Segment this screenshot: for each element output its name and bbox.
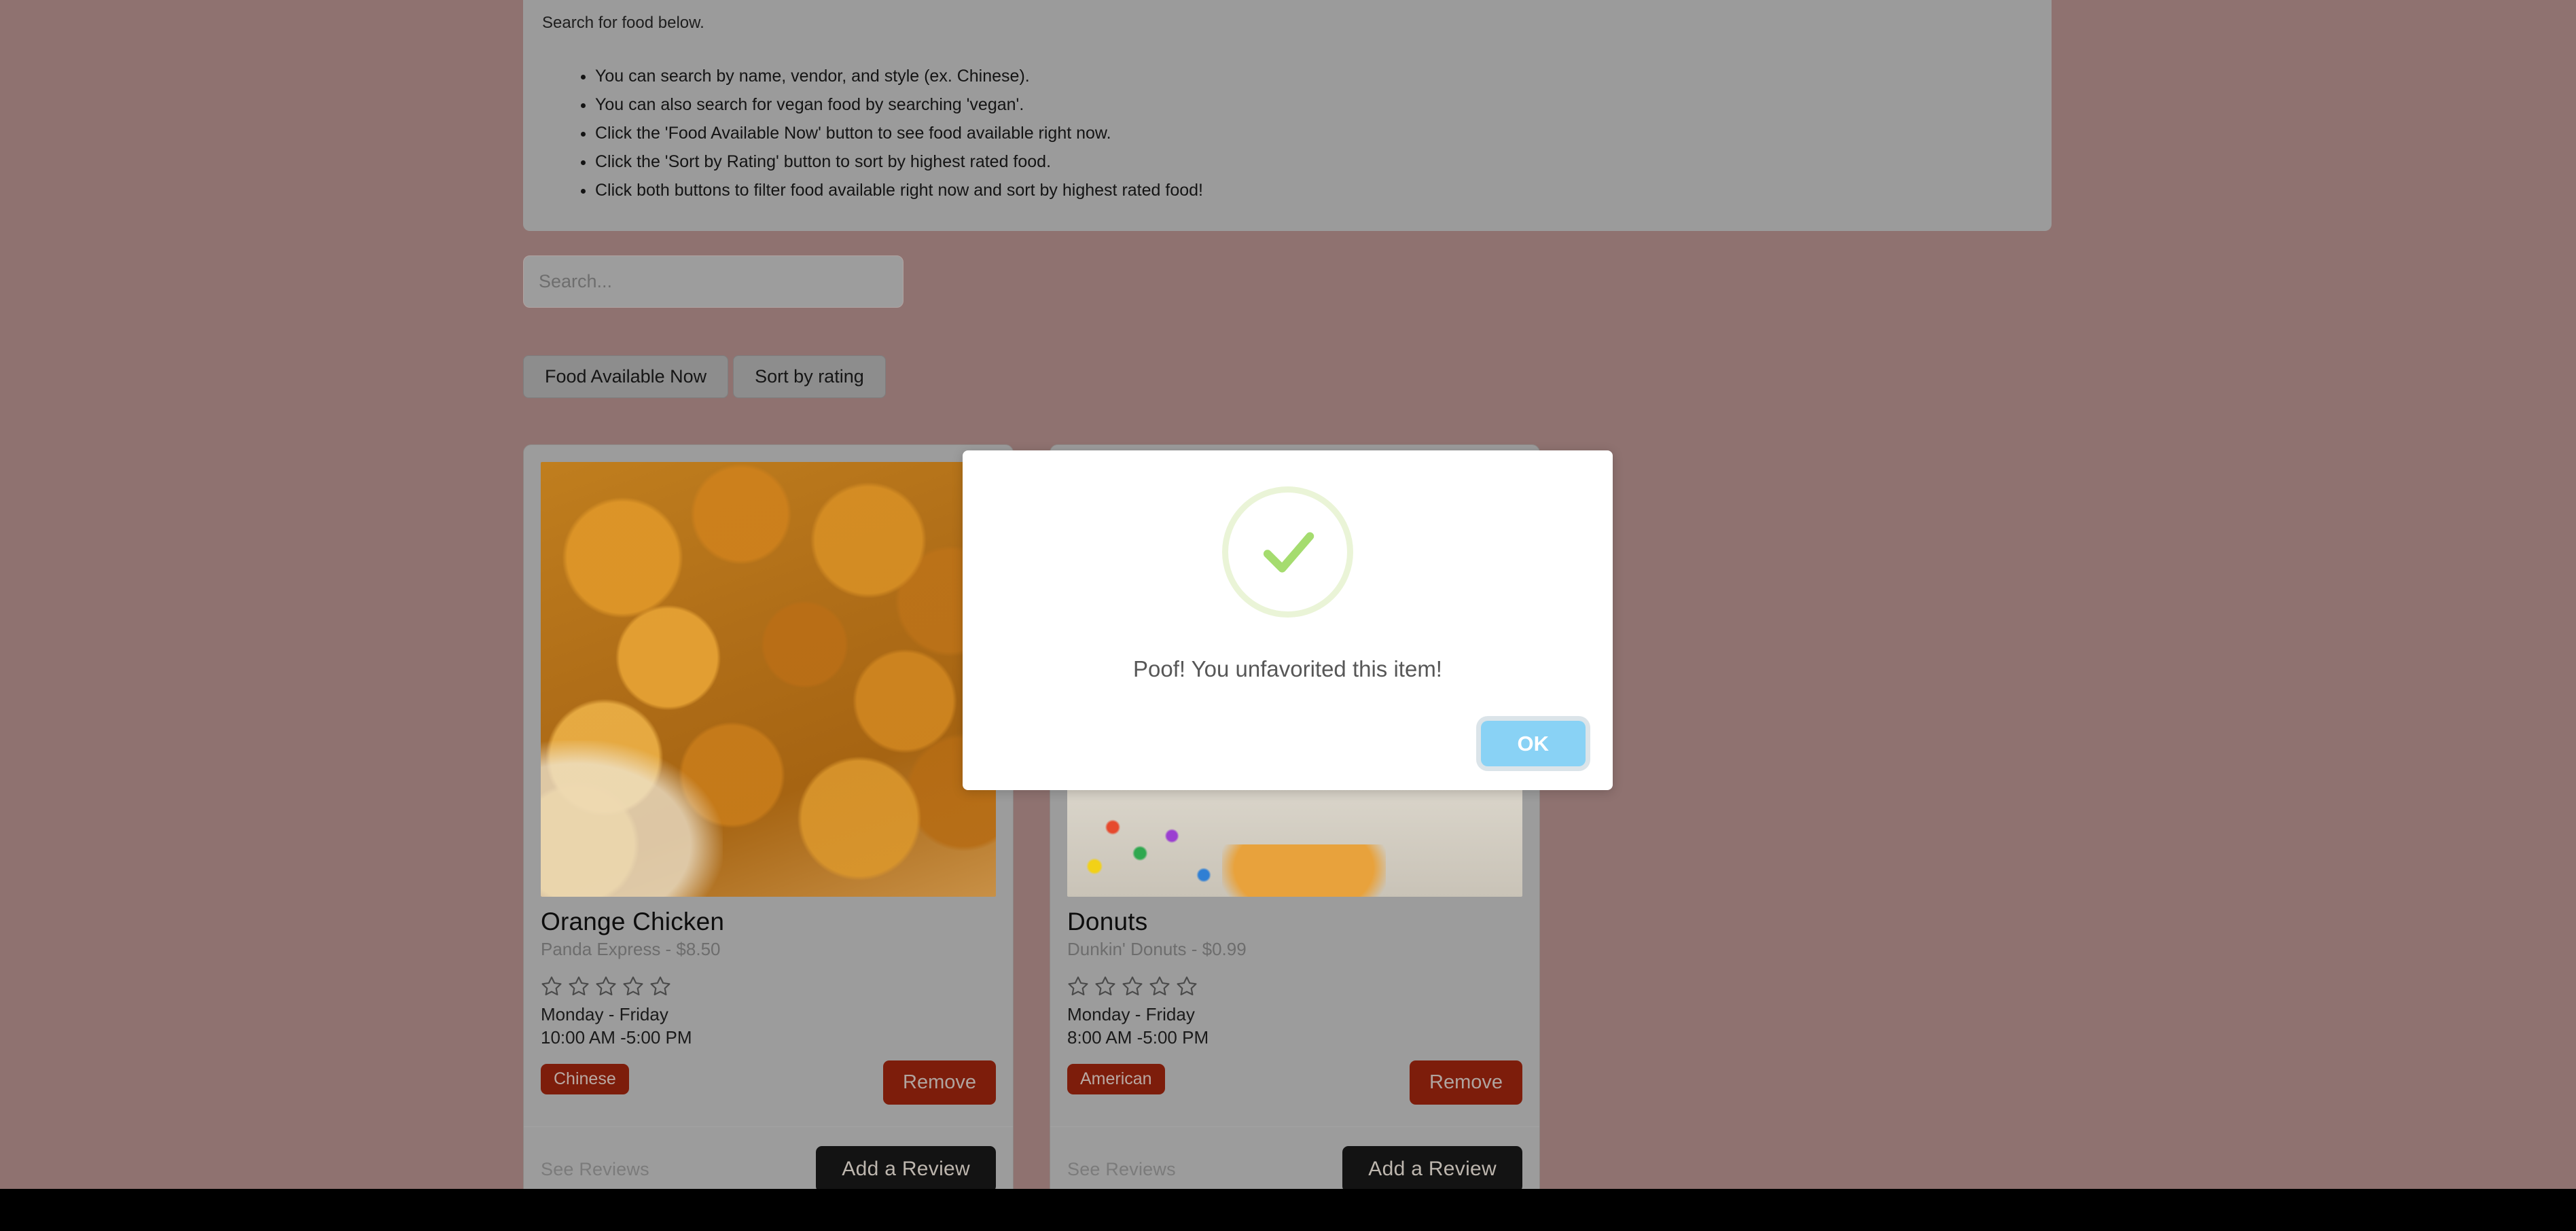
- availability-days: Monday - Friday: [541, 1003, 668, 1024]
- page-background: Search for food below. You can search by…: [0, 0, 2576, 1231]
- rating-stars[interactable]: [1067, 975, 1522, 997]
- instructions-panel: Search for food below. You can search by…: [523, 0, 2052, 231]
- star-icon[interactable]: [568, 975, 590, 997]
- sort-by-rating-button[interactable]: Sort by rating: [733, 355, 886, 398]
- rating-stars[interactable]: [541, 975, 996, 997]
- search-input[interactable]: [523, 255, 904, 308]
- instruction-item: You can search by name, vendor, and styl…: [595, 68, 2033, 85]
- success-check-icon: [1222, 486, 1353, 618]
- star-icon[interactable]: [1122, 975, 1143, 997]
- food-available-now-button[interactable]: Food Available Now: [523, 355, 729, 398]
- instruction-item: Click the 'Food Available Now' button to…: [595, 125, 2033, 142]
- instruction-item: You can also search for vegan food by se…: [595, 96, 2033, 113]
- food-card: Orange Chicken Panda Express - $8.50 Mon…: [523, 444, 1014, 1214]
- instructions-lead-text: Search for food below.: [542, 14, 704, 32]
- food-name: Orange Chicken: [541, 908, 725, 935]
- orange-chicken-photo: [541, 462, 996, 897]
- instruction-item: Click both buttons to filter food availa…: [595, 182, 2033, 199]
- add-a-review-button[interactable]: Add a Review: [1342, 1146, 1522, 1193]
- page-footer-bar: [0, 1189, 2576, 1231]
- dialog-message: Poof! You unfavorited this item!: [1133, 656, 1442, 681]
- availability-hours: 10:00 AM -5:00 PM: [541, 1027, 692, 1048]
- see-reviews-link[interactable]: See Reviews: [1067, 1159, 1176, 1180]
- tag-and-remove-row: American Remove: [1067, 1053, 1522, 1105]
- instruction-item: Click the 'Sort by Rating' button to sor…: [595, 154, 2033, 171]
- tag-and-remove-row: Chinese Remove: [541, 1053, 996, 1105]
- availability-hours: 8:00 AM -5:00 PM: [1067, 1027, 1209, 1048]
- remove-button[interactable]: Remove: [1410, 1060, 1522, 1105]
- star-icon[interactable]: [1176, 975, 1198, 997]
- star-icon[interactable]: [1149, 975, 1170, 997]
- checkmark-glyph: [1263, 531, 1314, 573]
- star-icon[interactable]: [595, 975, 617, 997]
- see-reviews-link[interactable]: See Reviews: [541, 1159, 649, 1180]
- food-card-body: Orange Chicken Panda Express - $8.50 Mon…: [524, 897, 1013, 1105]
- star-icon[interactable]: [1094, 975, 1116, 997]
- cuisine-tag: American: [1067, 1063, 1165, 1094]
- dialog-actions: OK: [1480, 721, 1586, 766]
- remove-button[interactable]: Remove: [883, 1060, 996, 1105]
- star-icon[interactable]: [622, 975, 644, 997]
- add-a-review-button[interactable]: Add a Review: [816, 1146, 996, 1193]
- unfavorite-confirmation-dialog: Poof! You unfavorited this item! OK: [963, 450, 1613, 790]
- food-name: Donuts: [1067, 908, 1148, 935]
- instructions-list: You can search by name, vendor, and styl…: [542, 68, 2033, 199]
- star-icon[interactable]: [541, 975, 562, 997]
- filter-button-row: Food Available Now Sort by rating: [523, 355, 2052, 398]
- star-icon[interactable]: [1067, 975, 1089, 997]
- cuisine-tag: Chinese: [541, 1063, 629, 1094]
- vendor-and-price: Dunkin' Donuts - $0.99: [1067, 938, 1247, 959]
- food-card-body: Donuts Dunkin' Donuts - $0.99 Monday - F…: [1050, 897, 1539, 1105]
- ok-button[interactable]: OK: [1480, 721, 1586, 766]
- star-icon[interactable]: [649, 975, 671, 997]
- search-row: [523, 255, 2052, 308]
- vendor-and-price: Panda Express - $8.50: [541, 938, 721, 959]
- availability-days: Monday - Friday: [1067, 1003, 1195, 1024]
